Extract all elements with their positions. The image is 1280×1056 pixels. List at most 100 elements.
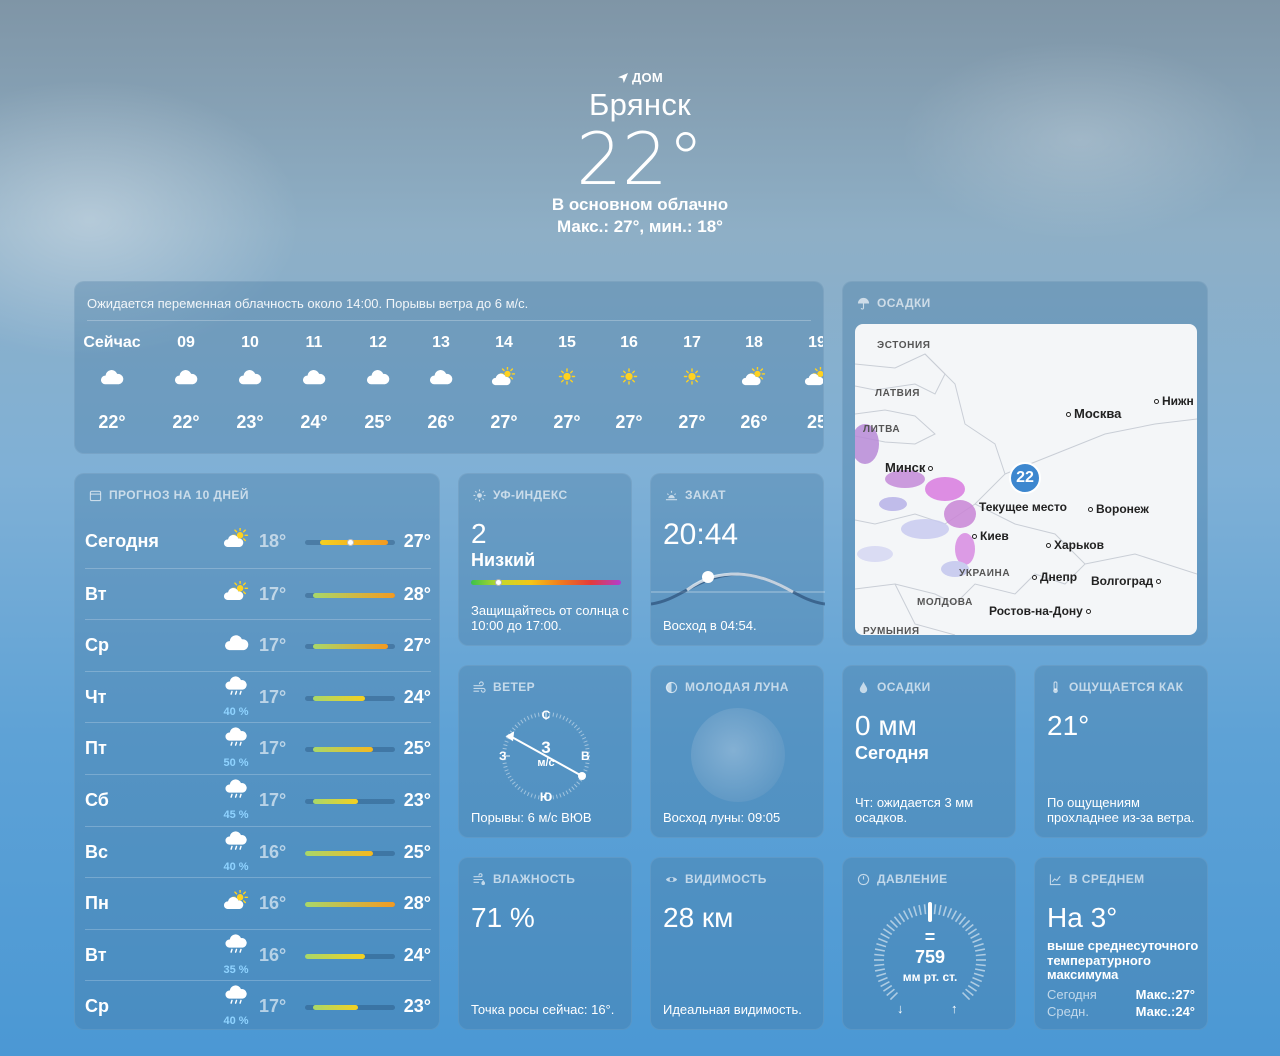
day-high: 23° bbox=[403, 996, 431, 1017]
temp-range-bar bbox=[305, 592, 395, 598]
temp-range-bar bbox=[305, 747, 395, 753]
cloud-icon bbox=[100, 369, 124, 384]
average-normal-value: Макс.:24° bbox=[1135, 1004, 1195, 1019]
current-place-label: Текущее место bbox=[979, 500, 1068, 514]
temp-range-bar bbox=[305, 539, 395, 546]
feels-like-title: ОЩУЩАЕТСЯ КАК bbox=[1049, 680, 1183, 694]
sun-icon bbox=[620, 367, 638, 385]
sunset-card[interactable]: ЗАКАТ 20:44 Восход в 04:54. bbox=[650, 473, 825, 646]
current-location-pin[interactable]: 22 bbox=[1009, 462, 1041, 494]
hour-temp: 26° bbox=[427, 412, 455, 432]
day-low: 17° bbox=[259, 686, 287, 707]
visibility-card[interactable]: ВИДИМОСТЬ 28 км Идеальная видимость. bbox=[650, 857, 824, 1030]
temperature-range: Макс.: 27°, мин.: 18° bbox=[557, 217, 723, 236]
hour-item: 16 27° bbox=[594, 334, 664, 433]
uv-level: Низкий bbox=[471, 550, 536, 570]
cloud-icon bbox=[366, 369, 390, 384]
eye-icon bbox=[665, 876, 678, 882]
day-low: 16° bbox=[259, 944, 287, 965]
day-row[interactable]: Вт 17° 28° bbox=[85, 567, 431, 619]
hourly-strip[interactable]: Сейчас 22° 09 22° 10 23° 11 24° 12 25° 13 26° 14 27° 1… bbox=[75, 334, 823, 444]
sun-path-graph bbox=[651, 571, 825, 606]
hour-time: 18 bbox=[745, 334, 763, 351]
day-row[interactable]: Ср 40 % 17° 23° bbox=[85, 980, 431, 1031]
wind-title: ВЕТЕР bbox=[473, 680, 535, 694]
temp-range-bar bbox=[305, 953, 395, 959]
thermometer-icon bbox=[1053, 680, 1058, 693]
day-row[interactable]: Пт 50 % 17° 25° bbox=[85, 722, 431, 773]
pressure-value: 759 bbox=[914, 947, 946, 967]
hour-item: 12 25° bbox=[343, 334, 413, 433]
hour-temp: 25° bbox=[364, 412, 392, 432]
umbrella-icon bbox=[857, 297, 870, 310]
day-name: Вс bbox=[85, 841, 109, 862]
humidity-icon bbox=[473, 872, 486, 885]
city-label: Воронеж bbox=[1085, 502, 1149, 516]
country-label: РУМЫНИЯ bbox=[863, 626, 920, 635]
hour-temp: 23° bbox=[236, 412, 264, 432]
wind-icon bbox=[473, 680, 486, 693]
hour-temp: 26° bbox=[740, 412, 768, 432]
humidity-card[interactable]: ВЛАЖНОСТЬ 71 % Точка росы сейчас: 16°. bbox=[458, 857, 632, 1030]
ten-day-title: ПРОГНОЗ НА 10 ДНЕЙ bbox=[89, 488, 249, 502]
day-name: Вт bbox=[85, 583, 107, 604]
moonrise-note: Восход луны: 09:05 bbox=[663, 810, 781, 825]
precip-chance: 50 % bbox=[223, 757, 249, 770]
precip-chance: 40 % bbox=[223, 860, 249, 873]
day-high: 25° bbox=[403, 738, 431, 759]
partly-sunny-icon bbox=[223, 579, 248, 600]
precipitation-map-card[interactable]: ОСАДКИ ЭСТОНИЯ ЛАТВИЯ ЛИТВА УКРАИНА МОЛД… bbox=[842, 281, 1208, 646]
country-label: МОЛДОВА bbox=[917, 597, 973, 608]
pressure-card[interactable]: ДАВЛЕНИЕ = 759 мм рт. ст. ↓ ↑ bbox=[842, 857, 1016, 1030]
hour-time: 09 bbox=[177, 334, 195, 351]
hour-temp: 27° bbox=[553, 412, 581, 432]
temp-range-fill bbox=[320, 540, 388, 545]
day-high: 23° bbox=[403, 790, 431, 810]
uv-index-card[interactable]: УФ-ИНДЕКС 2 Низкий Защищайтесь от солнца… bbox=[458, 473, 632, 646]
day-row[interactable]: Вс 40 % 16° 25° bbox=[85, 825, 431, 877]
hour-time: 17 bbox=[683, 334, 701, 351]
visibility-note: Идеальная видимость. bbox=[663, 1002, 802, 1017]
precipitation-map[interactable]: ЭСТОНИЯ ЛАТВИЯ ЛИТВА УКРАИНА МОЛДОВА РУМ… bbox=[855, 324, 1197, 635]
precip-chance: 45 % bbox=[223, 809, 249, 821]
wind-unit: м/с bbox=[537, 757, 555, 769]
day-row[interactable]: Вт 35 % 16° 24° bbox=[85, 928, 431, 980]
hour-item: 17 27° bbox=[657, 334, 727, 433]
day-row[interactable]: Чт 40 % 17° 24° bbox=[85, 670, 431, 722]
moon-card[interactable]: МОЛОДАЯ ЛУНА Восход луны: 09:05 bbox=[650, 665, 824, 838]
uv-scale-bar bbox=[471, 579, 621, 586]
temp-range-bar bbox=[305, 850, 395, 856]
pressure-high-arrow-icon: ↑ bbox=[951, 1001, 958, 1016]
average-today-label: Сегодня bbox=[1047, 987, 1097, 1002]
average-card[interactable]: В СРЕДНЕМ На 3° выше среднесуточного тем… bbox=[1034, 857, 1208, 1030]
current-temperature: 22° bbox=[576, 117, 704, 201]
hourly-forecast-card[interactable]: Ожидается переменная облачность около 14… bbox=[74, 281, 824, 454]
feels-like-note: По ощущениям прохладнее из-за ветра. bbox=[1047, 795, 1195, 825]
compass-north: С bbox=[541, 708, 551, 722]
feels-like-card[interactable]: ОЩУЩАЕТСЯ КАК 21° По ощущениям прохладне… bbox=[1034, 665, 1208, 838]
temp-range-fill bbox=[312, 592, 395, 598]
wind-card[interactable]: ВЕТЕР С В Ю З 3 м/с Порывы: 6 м/с ВЮВ bbox=[458, 665, 632, 838]
wind-speed: 3 bbox=[541, 738, 551, 757]
ten-day-forecast-card[interactable]: ПРОГНОЗ НА 10 ДНЕЙ Сегодня 18° 27° Вт 17° 28°… bbox=[74, 473, 440, 1030]
raindrop-icon bbox=[859, 681, 868, 693]
hour-time: 12 bbox=[369, 334, 387, 351]
current-weather-header: ДОМ Брянск 22° В основном облачно Макс.:… bbox=[0, 70, 1280, 237]
precipitation-period: Сегодня bbox=[855, 743, 929, 763]
day-low: 17° bbox=[259, 583, 287, 604]
uv-scale-dot bbox=[494, 579, 502, 586]
day-low: 17° bbox=[259, 635, 287, 656]
compass-south: Ю bbox=[539, 790, 553, 804]
day-row[interactable]: Сегодня 18° 27° bbox=[85, 516, 431, 567]
day-row[interactable]: Ср 17° 27° bbox=[85, 619, 431, 670]
hour-time: 14 bbox=[495, 334, 513, 351]
city-label: Минск bbox=[885, 460, 936, 475]
gauge-icon bbox=[857, 873, 870, 885]
temp-range-fill bbox=[305, 850, 373, 856]
day-row[interactable]: Сб 45 % 17° 23° bbox=[85, 774, 431, 825]
hour-item: 11 24° bbox=[279, 334, 349, 433]
day-row[interactable]: Пн 16° 28° bbox=[85, 877, 431, 928]
precipitation-card[interactable]: ОСАДКИ 0 мм Сегодня Чт: ожидается 3 мм о… bbox=[842, 665, 1016, 838]
compass-east: В bbox=[581, 749, 590, 763]
precipitation-value: 0 мм bbox=[855, 710, 917, 741]
